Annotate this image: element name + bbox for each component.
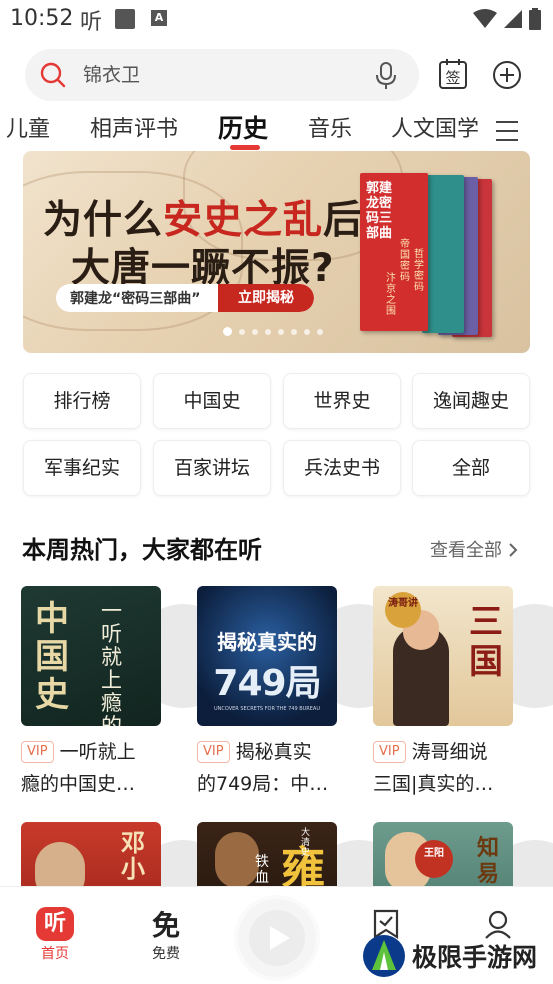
watermark-logo-icon bbox=[363, 935, 405, 977]
cover-side-text: 知易 bbox=[477, 836, 500, 887]
portrait bbox=[215, 832, 259, 888]
status-right-icons bbox=[473, 8, 541, 30]
site-watermark: 极限手游网 bbox=[362, 934, 537, 978]
book-subtitle: 汴京之围 bbox=[386, 273, 396, 317]
banner-cta[interactable]: 郭建龙“密码三部曲” 立即揭秘 bbox=[56, 284, 314, 312]
carousel-dot[interactable] bbox=[291, 328, 297, 335]
vip-badge: VIP bbox=[197, 741, 230, 763]
cover-badge: 涛哥讲 bbox=[385, 592, 421, 628]
cover-title: 三国 bbox=[469, 602, 503, 682]
tab-children[interactable]: 儿童 bbox=[6, 111, 50, 143]
vip-badge: VIP bbox=[373, 741, 406, 763]
album-cover-wrap: 揭秘真实的 749局 UNCOVER SECRETS FOR THE 749 B… bbox=[197, 586, 411, 726]
category-tabs: 儿童 相声评书 历史 音乐 人文国学 bbox=[0, 107, 553, 151]
tab-history[interactable]: 历史 bbox=[218, 109, 268, 145]
check-in-button[interactable]: 签 bbox=[438, 58, 468, 90]
watermark-text: 极限手游网 bbox=[412, 943, 538, 972]
album-title: VIP 涛哥细说 三国|真实的… bbox=[373, 741, 494, 795]
category-anecdotes[interactable]: 逸闻趣史 bbox=[412, 373, 530, 429]
category-art-of-war[interactable]: 兵法史书 bbox=[283, 440, 401, 496]
active-tab-indicator bbox=[230, 145, 260, 150]
book-subtitle: 帝国密码 bbox=[400, 239, 410, 283]
cover-badge: 大清史 bbox=[301, 828, 311, 858]
cover-side-text: 铁血 bbox=[255, 854, 269, 886]
carousel-dot-active[interactable] bbox=[223, 327, 232, 336]
album-cover: 揭秘真实的 749局 UNCOVER SECRETS FOR THE 749 B… bbox=[197, 586, 337, 726]
sign-label: 签 bbox=[445, 69, 460, 87]
battery-icon bbox=[529, 8, 541, 30]
nav-free-label: 免费 bbox=[152, 946, 180, 962]
carousel-dot[interactable] bbox=[239, 328, 245, 335]
category-lecture-room[interactable]: 百家讲坛 bbox=[153, 440, 271, 496]
a-badge-icon: A bbox=[151, 10, 167, 26]
carousel-dot[interactable] bbox=[317, 328, 323, 335]
free-icon: 免 bbox=[151, 909, 180, 942]
carousel-dot[interactable] bbox=[265, 328, 271, 335]
app-screen: 10:52 听 A 签 bbox=[0, 0, 553, 984]
carousel-dot[interactable] bbox=[304, 328, 310, 335]
cover-title: 邓小 bbox=[121, 829, 145, 883]
status-time: 10:52 bbox=[10, 6, 74, 31]
section-title: 本周热门，大家都在听 bbox=[22, 536, 262, 564]
category-chinese-history[interactable]: 中国史 bbox=[153, 373, 271, 429]
nav-home-label: 首页 bbox=[41, 946, 69, 962]
banner-cta-text: 郭建龙“密码三部曲” bbox=[70, 291, 201, 307]
plus-circle-icon bbox=[493, 61, 521, 89]
cover-big-text: 749局 bbox=[213, 663, 321, 704]
notification-square-icon bbox=[115, 9, 135, 29]
tab-crosstalk[interactable]: 相声评书 bbox=[90, 111, 178, 143]
view-all-link[interactable]: 查看全部 bbox=[430, 536, 518, 562]
carousel-dot[interactable] bbox=[252, 328, 258, 335]
cover-side-text: 一听就上瘾的 bbox=[101, 599, 122, 727]
category-all[interactable]: 全部 bbox=[412, 440, 530, 496]
tab-humanities[interactable]: 人文国学 bbox=[391, 111, 479, 143]
play-icon bbox=[270, 926, 290, 950]
player-button[interactable] bbox=[238, 899, 316, 977]
microphone-icon[interactable] bbox=[375, 62, 397, 90]
vip-badge: VIP bbox=[21, 741, 54, 763]
nav-home[interactable]: 听 首页 bbox=[25, 905, 85, 963]
album-cover-wrap: 涛哥讲 三国 bbox=[373, 586, 553, 726]
nav-free[interactable]: 免 免费 bbox=[136, 905, 196, 963]
album-title: VIP 揭秘真实 的749局：中… bbox=[197, 741, 329, 795]
app-notification-icon: 听 bbox=[80, 10, 103, 35]
book-title: 郭建龙密码三部曲 bbox=[366, 181, 393, 241]
promo-banner[interactable]: 为什么安史之乱后 大唐一蹶不振? 郭建龙“密码三部曲” 立即揭秘 郭建龙密码三部… bbox=[23, 151, 530, 353]
book-set-image: 郭建龙密码三部曲 帝国密码 哲学密码 汴京之围 bbox=[360, 173, 510, 338]
add-button[interactable] bbox=[492, 60, 522, 90]
reveal-button[interactable]: 立即揭秘 bbox=[218, 284, 314, 312]
tabs-menu-icon[interactable] bbox=[496, 121, 518, 148]
cover-title: 中国史 bbox=[35, 599, 69, 715]
home-icon: 听 bbox=[36, 907, 74, 941]
cover-title: 王阳 bbox=[415, 840, 453, 878]
book-subtitle: 哲学密码 bbox=[414, 249, 424, 293]
wifi-icon bbox=[473, 9, 497, 28]
carousel-dot[interactable] bbox=[278, 328, 284, 335]
search-icon bbox=[40, 62, 66, 88]
book-cover-front: 郭建龙密码三部曲 帝国密码 哲学密码 汴京之围 bbox=[360, 173, 428, 331]
tab-music[interactable]: 音乐 bbox=[308, 111, 352, 143]
category-world-history[interactable]: 世界史 bbox=[283, 373, 401, 429]
cover-title: 揭秘真实的 bbox=[217, 630, 317, 654]
album-cover-wrap: 中国史 一听就上瘾的 bbox=[21, 586, 235, 726]
category-military[interactable]: 军事纪实 bbox=[23, 440, 141, 496]
calendar-sign-icon: 签 bbox=[439, 59, 467, 89]
album-title: VIP 一听就上 瘾的中国史… bbox=[21, 741, 136, 795]
status-bar: 10:52 听 A bbox=[0, 0, 553, 38]
carousel-dots bbox=[223, 327, 323, 336]
cover-sub-text: UNCOVER SECRETS FOR THE 749 BUREAU bbox=[213, 706, 321, 712]
album-cover: 中国史 一听就上瘾的 bbox=[21, 586, 161, 726]
search-bar[interactable] bbox=[25, 49, 419, 101]
chevron-right-icon bbox=[509, 543, 518, 557]
search-input[interactable] bbox=[83, 49, 363, 101]
category-ranking[interactable]: 排行榜 bbox=[23, 373, 141, 429]
album-cover: 涛哥讲 三国 bbox=[373, 586, 513, 726]
signal-icon bbox=[504, 10, 522, 28]
